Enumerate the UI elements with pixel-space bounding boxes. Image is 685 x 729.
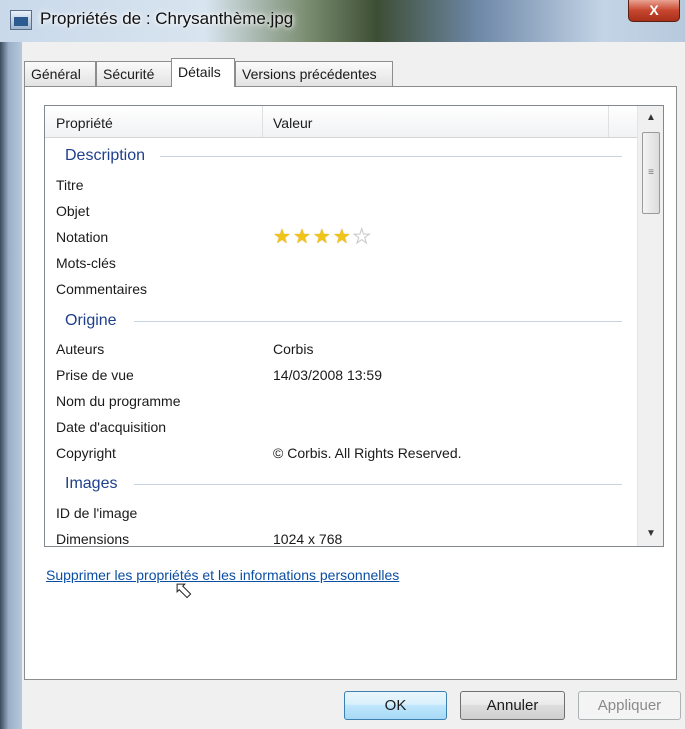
mouse-pointer-icon: ⬉ xyxy=(173,577,193,602)
tab-general[interactable]: Général xyxy=(24,61,96,86)
column-divider[interactable] xyxy=(608,106,609,137)
star-filled-icon[interactable]: ★ xyxy=(313,227,331,247)
property-label-titre[interactable]: Titre xyxy=(56,172,83,198)
tab-versions-precedentes[interactable]: Versions précédentes xyxy=(235,61,393,86)
vertical-scrollbar[interactable]: ▲ ≡ ▼ xyxy=(637,106,663,546)
remove-properties-link[interactable]: Supprimer les propriétés et les informat… xyxy=(46,567,399,583)
group-heading-images: Images xyxy=(65,475,118,492)
list-header: Propriété Valeur xyxy=(45,106,637,138)
rating-stars[interactable]: ★ ★ ★ ★ ★ xyxy=(273,224,371,250)
column-header-value[interactable]: Valeur xyxy=(273,106,312,137)
property-label-nom-du-programme[interactable]: Nom du programme xyxy=(56,388,181,414)
property-label-notation[interactable]: Notation xyxy=(56,224,108,250)
window-frame xyxy=(0,42,22,729)
apply-button[interactable]: Appliquer xyxy=(578,691,681,720)
property-label-id-image[interactable]: ID de l'image xyxy=(56,500,137,526)
star-filled-icon[interactable]: ★ xyxy=(333,227,351,247)
title-bar[interactable]: Propriétés de : Chrysanthème.jpg X xyxy=(0,0,685,42)
star-filled-icon[interactable]: ★ xyxy=(273,227,291,247)
property-label-copyright[interactable]: Copyright xyxy=(56,440,116,466)
property-label-prise-de-vue[interactable]: Prise de vue xyxy=(56,362,134,388)
window-icon xyxy=(10,10,32,30)
property-label-objet[interactable]: Objet xyxy=(56,198,89,224)
column-header-property[interactable]: Propriété xyxy=(56,106,113,137)
close-button[interactable]: X xyxy=(628,0,680,22)
scroll-down-arrow-icon[interactable]: ▼ xyxy=(638,522,663,546)
group-separator xyxy=(134,321,622,322)
property-label-date-acquisition[interactable]: Date d'acquisition xyxy=(56,414,166,440)
property-value-auteurs[interactable]: Corbis xyxy=(273,336,313,362)
cancel-button[interactable]: Annuler xyxy=(460,691,565,720)
property-value-prise-de-vue[interactable]: 14/03/2008 13:59 xyxy=(273,362,382,388)
tab-securite[interactable]: Sécurité xyxy=(96,61,173,86)
properties-list[interactable]: Propriété Valeur Description Titre Objet… xyxy=(44,105,664,547)
window-title: Propriétés de : Chrysanthème.jpg xyxy=(40,9,294,28)
property-label-auteurs[interactable]: Auteurs xyxy=(56,336,104,362)
star-empty-icon[interactable]: ★ xyxy=(352,227,371,248)
property-label-mots-cles[interactable]: Mots-clés xyxy=(56,250,116,276)
ok-button[interactable]: OK xyxy=(344,691,447,720)
column-divider[interactable] xyxy=(262,106,263,137)
group-separator xyxy=(160,156,622,157)
group-heading-description: Description xyxy=(65,147,146,164)
property-value-copyright[interactable]: © Corbis. All Rights Reserved. xyxy=(273,440,462,466)
group-heading-origine: Origine xyxy=(65,312,117,329)
property-label-commentaires[interactable]: Commentaires xyxy=(56,276,147,302)
tab-details[interactable]: Détails xyxy=(171,58,235,87)
property-label-dimensions[interactable]: Dimensions xyxy=(56,526,129,546)
star-filled-icon[interactable]: ★ xyxy=(293,227,311,247)
property-value-dimensions[interactable]: 1024 x 768 xyxy=(273,526,342,546)
scroll-up-arrow-icon[interactable]: ▲ xyxy=(638,106,663,130)
group-separator xyxy=(134,484,622,485)
scrollbar-thumb[interactable]: ≡ xyxy=(642,132,660,214)
